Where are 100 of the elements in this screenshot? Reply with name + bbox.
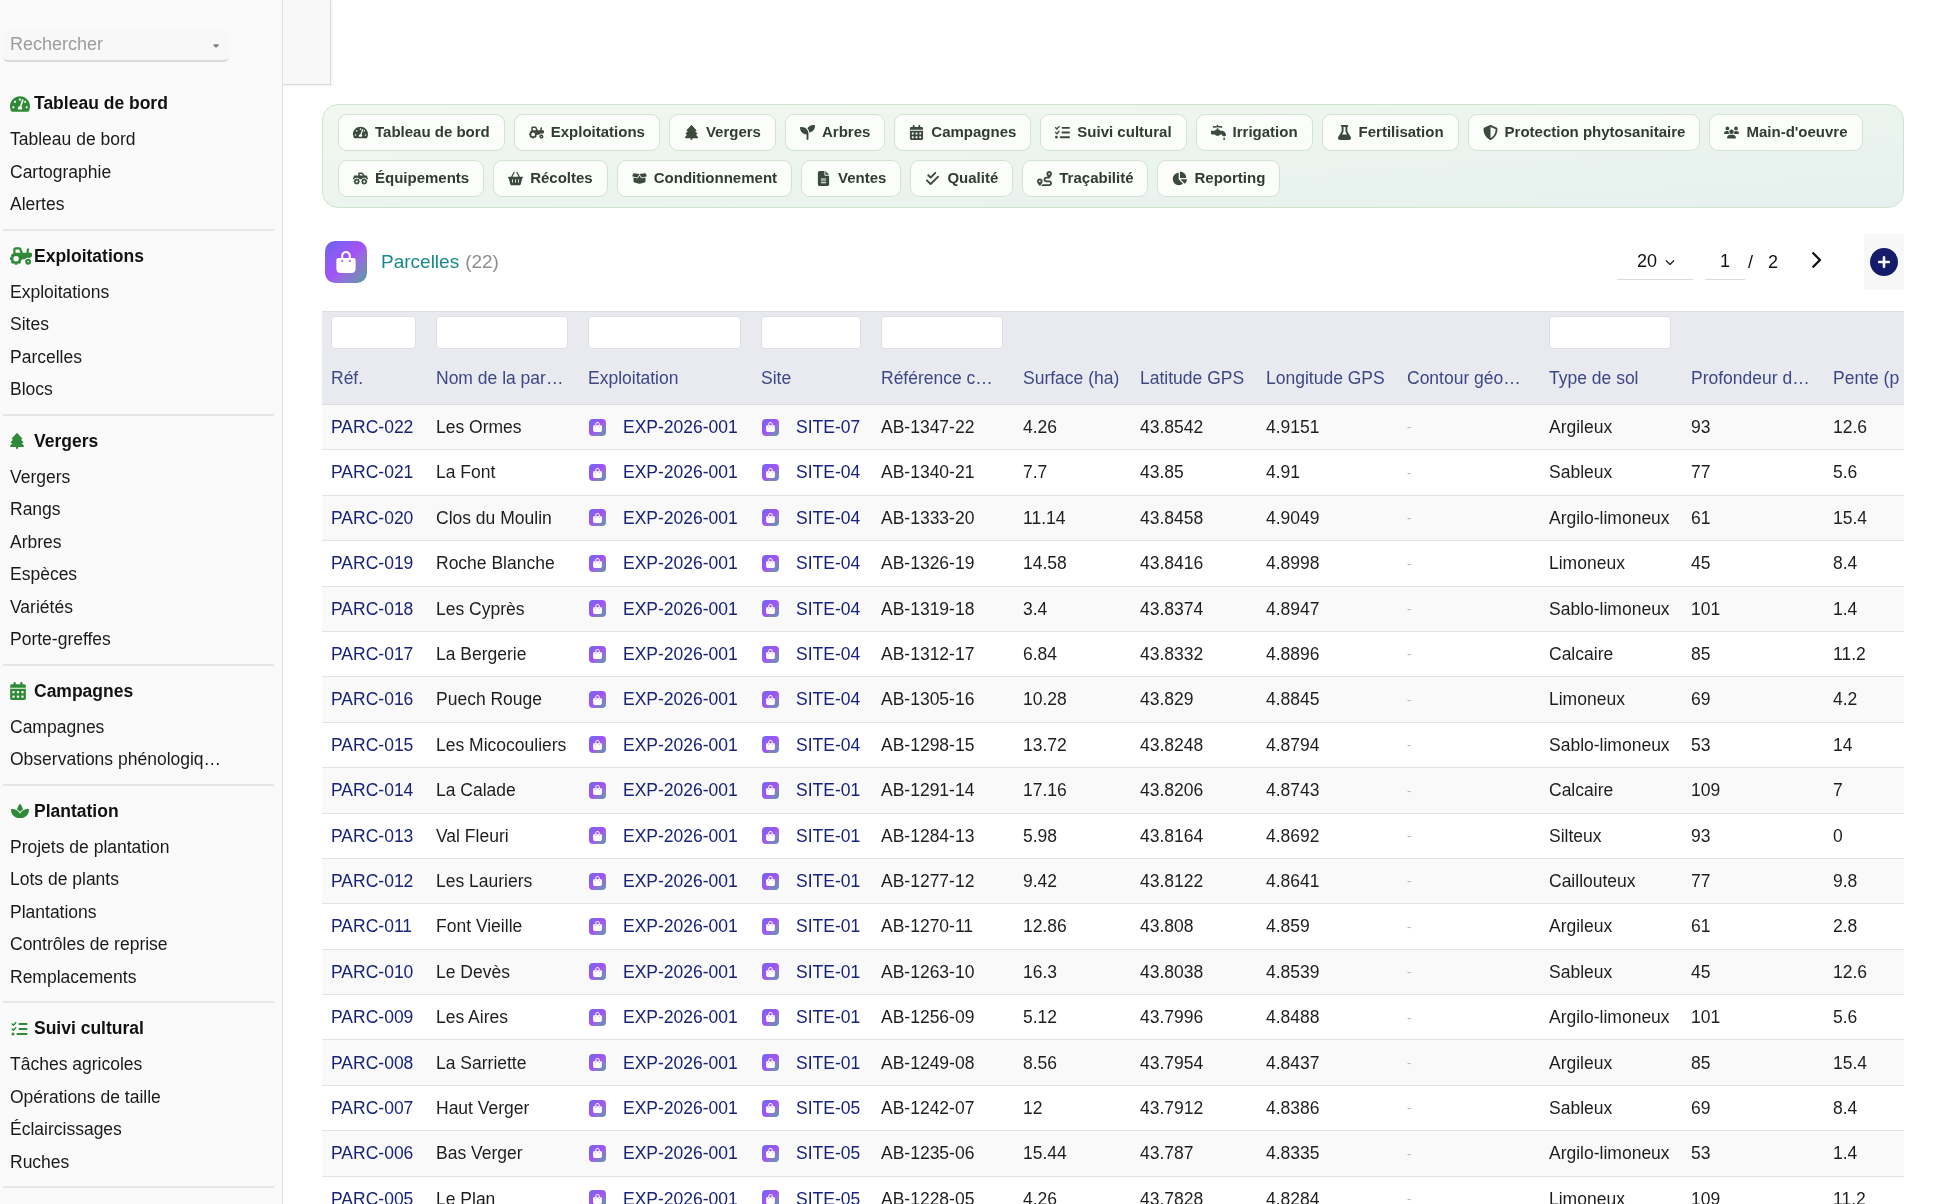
filter-field[interactable] [881,316,1003,349]
table-link[interactable]: PARC-009 [331,1004,414,1031]
table-link[interactable]: EXP-2026-001 [623,777,738,804]
sidebar-item[interactable]: Projets de plantation [10,833,170,860]
sidebar-item[interactable]: Parcelles [10,343,82,370]
module-tab[interactable]: Irrigation [1195,114,1313,151]
sidebar-item[interactable]: Opérations de taille [10,1083,161,1110]
sidebar-item[interactable]: Variétés [10,593,73,620]
table-link[interactable]: PARC-008 [331,1049,414,1076]
sidebar-item[interactable]: Cartographie [10,158,112,185]
table-link[interactable]: SITE-01 [796,867,861,895]
table-link[interactable]: EXP-2026-001 [623,867,738,895]
table-link[interactable]: SITE-01 [796,1049,861,1076]
module-tab[interactable]: Tableau de bord [338,114,505,151]
sidebar-item[interactable]: Alertes [10,191,65,218]
table-link[interactable]: EXP-2026-001 [623,958,738,985]
sidebar-item[interactable]: Lots de plants [10,866,119,893]
table-link[interactable]: EXP-2026-001 [623,1094,738,1122]
filter-field[interactable] [436,316,568,349]
sidebar-item[interactable]: Arbres [10,528,62,555]
table-link[interactable]: SITE-07 [796,414,861,441]
table-link[interactable]: PARC-006 [331,1140,414,1167]
sidebar-item[interactable]: Porte-greffes [10,626,111,653]
table-link[interactable]: SITE-01 [796,958,861,985]
table-link[interactable]: SITE-01 [796,777,861,804]
table-link[interactable]: EXP-2026-001 [623,550,738,577]
module-tab[interactable]: Arbres [784,114,886,151]
sidebar-item[interactable]: Vergers [10,463,71,490]
table-link[interactable]: SITE-05 [796,1185,861,1204]
sidebar-item[interactable]: Sites [10,311,49,338]
table-link[interactable]: EXP-2026-001 [623,504,738,532]
table-link[interactable]: EXP-2026-001 [623,731,738,759]
table-link[interactable]: EXP-2026-001 [623,641,738,668]
sidebar-item[interactable]: Tableau de bord [10,126,136,153]
table-link[interactable]: SITE-04 [796,731,861,759]
module-tab[interactable]: Suivi cultural [1040,114,1187,151]
table-link[interactable]: EXP-2026-001 [623,686,738,713]
sidebar-item[interactable]: Blocs [10,376,53,403]
sidebar-item[interactable]: Contrôles de reprise [10,931,168,958]
module-tab[interactable]: Ventes [801,160,902,197]
table-link[interactable]: SITE-05 [796,1094,861,1122]
module-tab[interactable]: Conditionnement [616,160,793,197]
table-link[interactable]: EXP-2026-001 [623,414,738,441]
add-button[interactable] [1864,234,1904,290]
table-link[interactable]: SITE-04 [796,641,861,668]
sidebar-item[interactable]: Campagnes [10,713,105,740]
table-link[interactable]: PARC-013 [331,822,414,849]
module-tab[interactable]: Récoltes [493,160,608,197]
table-link[interactable]: EXP-2026-001 [623,595,738,622]
module-tab[interactable]: Main-d'oeuvre [1709,114,1863,151]
table-link[interactable]: PARC-014 [331,777,414,804]
table-link[interactable]: PARC-022 [331,414,414,441]
module-tab[interactable]: Reporting [1157,160,1281,197]
table-link[interactable]: PARC-021 [331,459,414,486]
module-tab[interactable]: Fertilisation [1321,114,1459,151]
table-link[interactable]: PARC-007 [331,1094,414,1122]
sidebar-item[interactable]: Rangs [10,496,61,523]
module-tab[interactable]: Traçabilité [1022,160,1149,197]
module-tab[interactable]: Qualité [910,160,1014,197]
table-link[interactable]: SITE-01 [796,1004,861,1031]
module-tab[interactable]: Protection phytosanitaire [1467,114,1701,151]
sidebar-item[interactable]: Remplacements [10,963,137,990]
sidebar-item[interactable]: Exploitations [10,278,110,305]
page-size-select[interactable]: 20 [1616,244,1693,280]
module-tab[interactable]: Exploitations [513,114,660,151]
filter-field[interactable] [588,316,741,349]
sidebar-item[interactable]: Éclaircissages [10,1116,122,1143]
table-link[interactable]: EXP-2026-001 [623,1004,738,1031]
table-link[interactable]: SITE-04 [796,550,861,577]
table-link[interactable]: EXP-2026-001 [623,822,738,849]
table-link[interactable]: SITE-04 [796,504,861,532]
table-link[interactable]: EXP-2026-001 [623,913,738,940]
table-link[interactable]: SITE-04 [796,459,861,486]
filter-field[interactable] [761,316,861,349]
table-link[interactable]: SITE-01 [796,913,861,940]
module-tab[interactable]: Campagnes [894,114,1032,151]
filter-field[interactable] [1549,316,1671,349]
table-link[interactable]: EXP-2026-001 [623,1049,738,1076]
table-link[interactable]: SITE-05 [796,1140,861,1167]
sidebar-item[interactable]: Ruches [10,1148,70,1175]
sidebar-item[interactable]: Plantations [10,898,97,925]
page-field[interactable]: 1 [1704,244,1745,280]
table-link[interactable]: SITE-04 [796,595,861,622]
sidebar-item[interactable]: Espèces [10,561,78,588]
module-tab[interactable]: Équipements [338,160,485,197]
table-link[interactable]: EXP-2026-001 [623,1140,738,1167]
filter-field[interactable] [331,316,416,349]
table-link[interactable]: PARC-010 [331,958,414,985]
module-tab[interactable]: Vergers [668,114,776,151]
table-link[interactable]: SITE-01 [796,822,861,849]
table-link[interactable]: PARC-016 [331,686,414,713]
table-link[interactable]: PARC-019 [331,550,414,577]
table-link[interactable]: PARC-015 [331,731,414,759]
table-link[interactable]: PARC-017 [331,641,414,668]
table-link[interactable]: PARC-005 [331,1185,414,1204]
table-link[interactable]: SITE-04 [796,686,861,713]
sidebar-item[interactable]: Tâches agricoles [10,1051,143,1078]
table-link[interactable]: EXP-2026-001 [623,1185,738,1204]
table-link[interactable]: PARC-011 [331,913,413,940]
table-link[interactable]: PARC-018 [331,595,414,622]
